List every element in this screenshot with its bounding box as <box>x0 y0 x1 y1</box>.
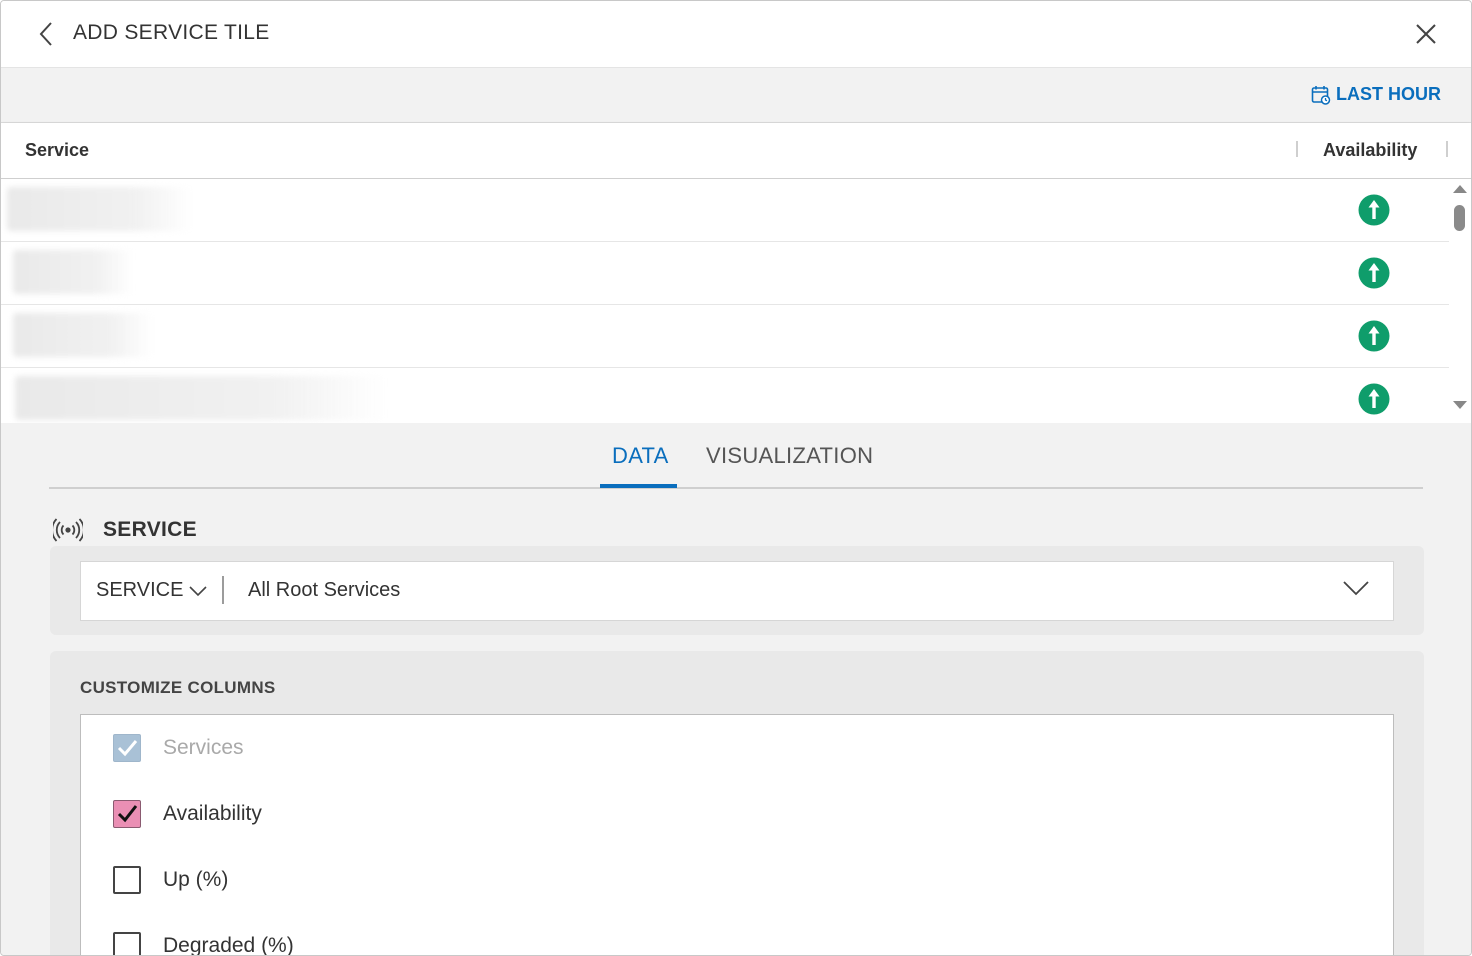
column-header-availability[interactable]: Availability <box>1323 140 1417 161</box>
redacted-service-name <box>13 313 153 357</box>
active-tab-indicator <box>600 484 677 488</box>
service-selector-container: SERVICE All Root Services <box>50 546 1424 635</box>
service-section-heading: SERVICE <box>53 515 197 545</box>
add-service-tile-dialog: ADD SERVICE TILE LAST HOUR Service Avail… <box>0 0 1472 956</box>
column-option-label: Up (%) <box>163 868 229 891</box>
service-selector[interactable]: SERVICE All Root Services <box>80 561 1394 621</box>
configuration-panel: DATA VISUALIZATION SERVICE SERVICE All R… <box>1 423 1471 955</box>
column-option-services: Services <box>113 732 244 764</box>
broadcast-icon <box>53 518 83 542</box>
table-row[interactable] <box>1 179 1449 242</box>
column-option-up-percent[interactable]: Up (%) <box>113 864 228 896</box>
status-up-icon <box>1358 320 1390 352</box>
checkbox-degraded-percent[interactable] <box>113 932 141 955</box>
scroll-up-arrow-icon[interactable] <box>1453 185 1467 193</box>
columns-checklist: Services Availability Up (%) Degraded (%… <box>80 714 1394 956</box>
dialog-title: ADD SERVICE TILE <box>73 21 270 44</box>
chevron-left-icon <box>39 22 52 46</box>
redacted-service-name <box>7 187 192 231</box>
back-button[interactable] <box>31 19 61 49</box>
calendar-clock-icon <box>1311 85 1331 105</box>
service-type-label: SERVICE <box>96 579 184 601</box>
column-resize-handle[interactable] <box>1296 141 1298 157</box>
service-selected-value: All Root Services <box>248 579 401 601</box>
table-header: Service Availability <box>1 123 1471 179</box>
redacted-service-name <box>15 376 385 420</box>
column-option-label: Availability <box>163 802 262 825</box>
column-header-service[interactable]: Service <box>25 140 89 161</box>
selector-divider <box>222 576 224 604</box>
dialog-header: ADD SERVICE TILE <box>1 1 1471 68</box>
checkbox-services <box>113 734 141 762</box>
column-resize-handle[interactable] <box>1446 141 1448 157</box>
config-tabs: DATA VISUALIZATION <box>49 423 1423 489</box>
checkmark-icon <box>117 805 138 823</box>
redacted-service-name <box>13 250 133 294</box>
preview-toolbar: LAST HOUR <box>1 68 1471 123</box>
service-section-label: SERVICE <box>103 518 197 541</box>
chevron-down-icon <box>189 585 208 596</box>
time-range-button[interactable]: LAST HOUR <box>1311 84 1441 105</box>
scrollbar-thumb[interactable] <box>1454 205 1465 231</box>
tab-visualization[interactable]: VISUALIZATION <box>706 443 873 469</box>
status-up-icon <box>1358 194 1390 226</box>
tab-data[interactable]: DATA <box>612 443 669 469</box>
time-range-label: LAST HOUR <box>1336 84 1441 104</box>
table-row[interactable] <box>1 242 1449 305</box>
customize-columns-section: CUSTOMIZE COLUMNS Services Availability … <box>50 651 1424 956</box>
close-button[interactable] <box>1411 19 1441 49</box>
customize-columns-heading: CUSTOMIZE COLUMNS <box>80 678 276 697</box>
status-up-icon <box>1358 257 1390 289</box>
chevron-down-icon <box>1343 581 1369 596</box>
column-option-degraded-percent[interactable]: Degraded (%) <box>113 930 294 956</box>
status-up-icon <box>1358 383 1390 415</box>
column-option-availability[interactable]: Availability <box>113 798 262 830</box>
checkbox-up-percent[interactable] <box>113 866 141 894</box>
checkmark-icon <box>117 740 138 757</box>
table-row[interactable] <box>1 368 1449 423</box>
service-value-dropdown-toggle[interactable] <box>1343 579 1369 602</box>
checkbox-availability[interactable] <box>113 800 141 828</box>
column-option-label: Degraded (%) <box>163 934 294 956</box>
table-body <box>1 179 1449 423</box>
column-option-label: Services <box>163 736 244 759</box>
table-row[interactable] <box>1 305 1449 368</box>
scroll-down-arrow-icon[interactable] <box>1453 401 1467 409</box>
service-type-dropdown[interactable]: SERVICE <box>96 579 208 602</box>
close-icon <box>1416 24 1436 44</box>
service-preview-table: Service Availability <box>1 123 1471 423</box>
table-scrollbar[interactable] <box>1451 185 1469 409</box>
